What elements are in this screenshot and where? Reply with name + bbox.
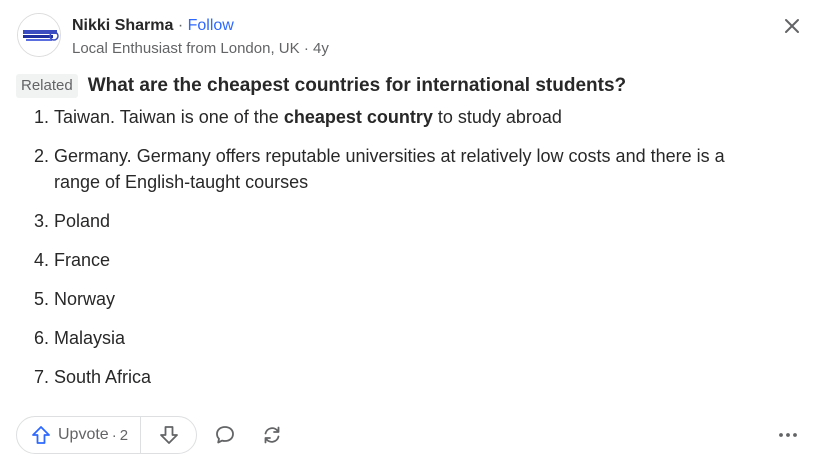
list-item-bold-text: cheapest country — [283, 107, 433, 127]
avatar-logo-image — [18, 14, 60, 56]
answer-list-item: 6. Malaysia — [34, 325, 774, 351]
post-age[interactable]: 4y — [313, 40, 329, 57]
answer-list-item: 1. Taiwan. Taiwan is one of the cheapest … — [34, 104, 774, 130]
vote-controls: Upvote · 2 — [16, 416, 197, 454]
comment-bubble-icon — [216, 426, 234, 444]
upvote-separator: · — [111, 426, 117, 444]
list-item-text-continued: to study abroad — [432, 107, 562, 127]
share-button[interactable] — [258, 421, 286, 449]
downvote-button[interactable] — [141, 417, 196, 453]
list-item-text: France — [54, 250, 111, 270]
arrow-up-icon — [32, 426, 50, 444]
related-question-row: Related What are the cheapest countries … — [16, 72, 626, 100]
answer-list-item: 4. France — [34, 247, 774, 273]
upvote-label: Upvote — [58, 426, 109, 443]
list-item-text: Germany. Germany offers reputable univer… — [54, 146, 725, 192]
list-item-text: Malaysia — [54, 328, 126, 348]
arrow-down-icon — [159, 426, 178, 444]
list-item-number: 2. — [34, 146, 50, 166]
close-button[interactable] — [778, 12, 806, 40]
author-separator: · — [177, 17, 184, 34]
answer-list-item: 2. Germany. Germany offers reputable univ… — [34, 143, 774, 195]
time-separator: · — [303, 40, 309, 57]
follow-button[interactable]: Follow — [188, 17, 234, 34]
list-item-number: 1. — [34, 107, 50, 127]
list-item-text: Poland — [54, 211, 111, 231]
author-meta: Local Enthusiast from London, UK · 4y — [72, 39, 329, 59]
answer-list: 1. Taiwan. Taiwan is one of the cheapest … — [34, 104, 774, 390]
list-item-text: South Africa — [54, 367, 152, 387]
upvote-count: 2 — [119, 426, 129, 444]
close-icon — [785, 19, 799, 33]
answer-list-item: 3. Poland — [34, 208, 774, 234]
question-title[interactable]: What are the cheapest countries for inte… — [88, 74, 626, 98]
answer-list-item: 7. South Africa — [34, 364, 774, 390]
author-avatar[interactable] — [17, 13, 61, 57]
list-item-text: Taiwan. Taiwan is one of the — [54, 107, 284, 127]
list-item-text: Norway — [54, 289, 116, 309]
author-line: Nikki Sharma · Follow — [72, 15, 234, 37]
list-item-number: 3. — [34, 211, 50, 231]
related-badge: Related — [16, 74, 78, 98]
author-name[interactable]: Nikki Sharma — [72, 17, 173, 34]
comment-button[interactable] — [211, 421, 239, 449]
answer-list-item: 5. Norway — [34, 286, 774, 312]
list-item-number: 4. — [34, 250, 50, 270]
more-options-button[interactable] — [774, 421, 802, 449]
list-item-number: 7. — [34, 367, 50, 387]
more-horizontal-icon — [779, 433, 797, 437]
author-credential: Local Enthusiast from London, UK — [72, 40, 300, 57]
upvote-button[interactable]: Upvote · 2 — [17, 417, 142, 453]
list-item-number: 5. — [34, 289, 50, 309]
share-reload-icon — [264, 426, 280, 444]
answer-card: Nikki Sharma · Follow Local Enthusiast f… — [0, 0, 823, 457]
list-item-number: 6. — [34, 328, 50, 348]
